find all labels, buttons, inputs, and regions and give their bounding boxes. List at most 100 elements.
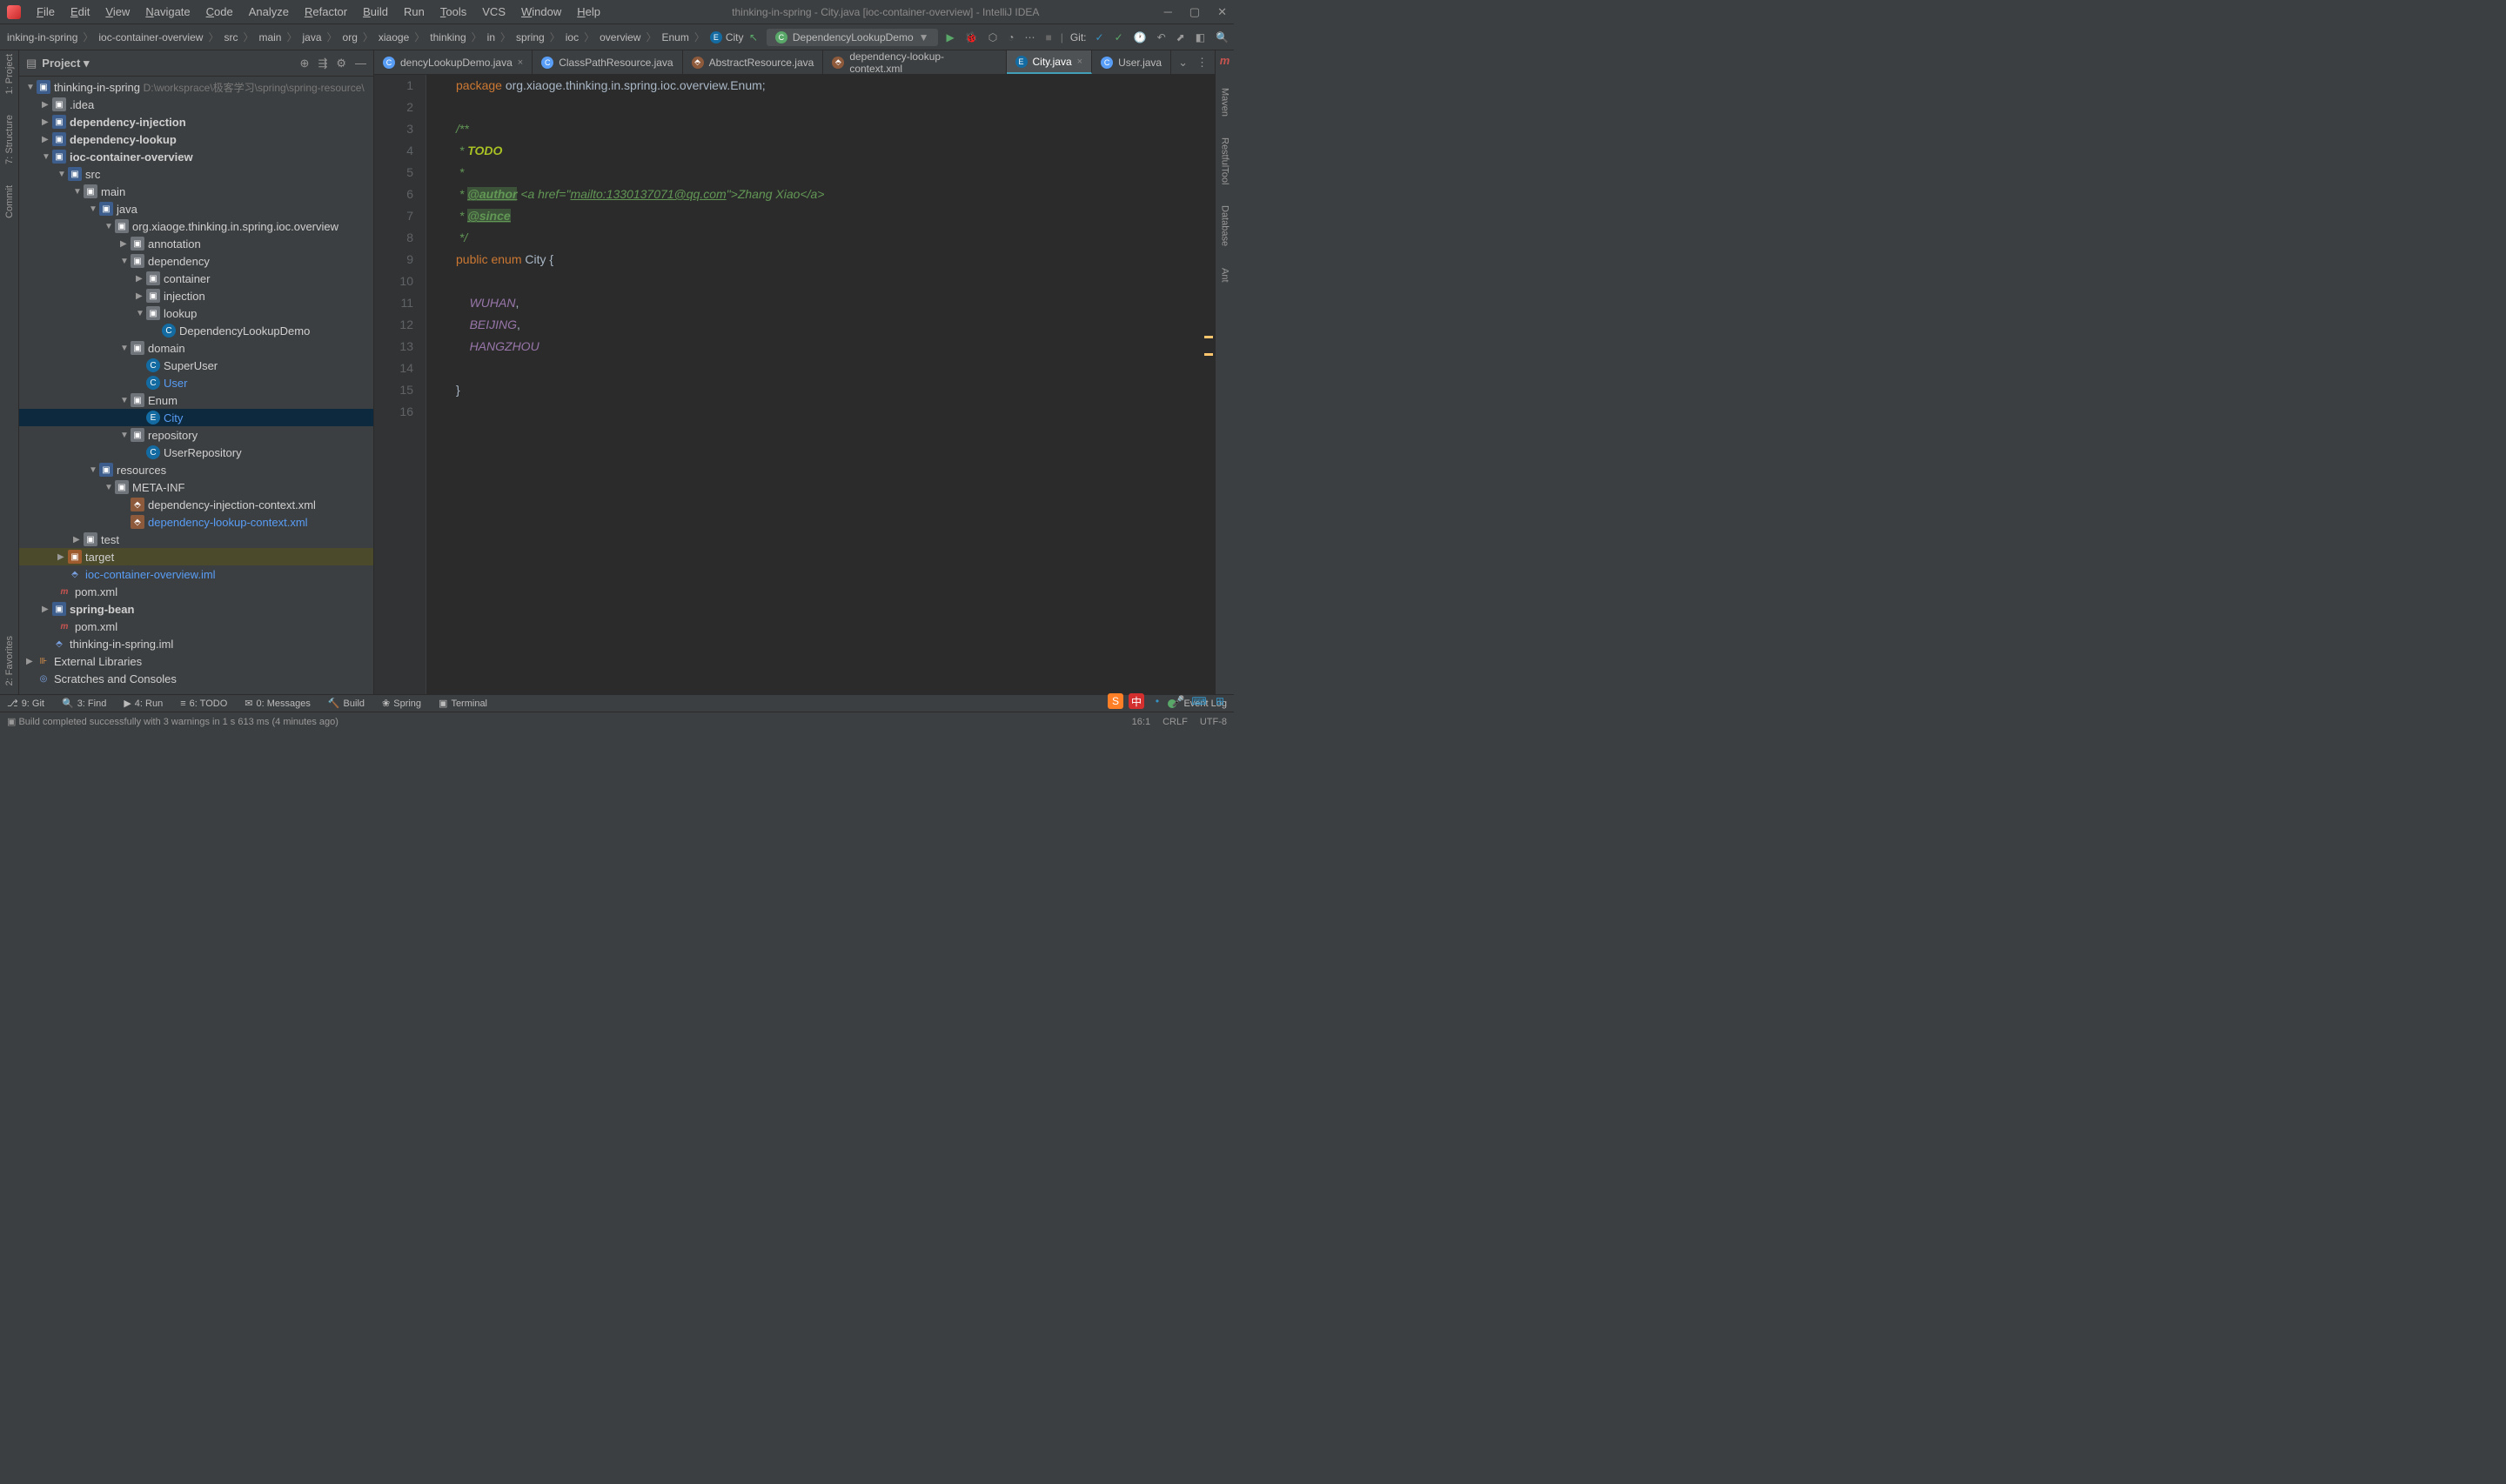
tool-structure[interactable]: 7: Structure — [4, 115, 15, 164]
tool-ant[interactable]: Ant — [1220, 268, 1230, 283]
window-title: thinking-in-spring - City.java [ioc-cont… — [607, 6, 1164, 18]
bc-item[interactable]: ioc-container-overview — [95, 30, 206, 45]
line-separator[interactable]: CRLF — [1163, 717, 1188, 727]
status-bar: ▣ Build completed successfully with 3 wa… — [0, 712, 1234, 731]
tool-todo[interactable]: ≡ 6: TODO — [180, 699, 227, 709]
menu-tools[interactable]: Tools — [433, 2, 473, 22]
tool-commit[interactable]: Commit — [4, 185, 15, 218]
bc-item[interactable]: Enum — [658, 30, 692, 45]
tool-build[interactable]: 🔨 Build — [328, 698, 365, 709]
panel-header: ▤ Project ▾ ⊕ ⇶ ⚙ — — [19, 50, 373, 77]
menu-file[interactable]: File — [30, 2, 62, 22]
code-area[interactable]: 12345678 910111213141516 package org.xia… — [374, 75, 1215, 694]
tool-messages[interactable]: ✉ 0: Messages — [245, 698, 311, 709]
project-tool-window: ▤ Project ▾ ⊕ ⇶ ⚙ — ▼▣thinking-in-spring… — [19, 50, 374, 694]
status-icon[interactable]: ▣ — [7, 716, 16, 727]
git-push-button[interactable]: ⬈ — [1175, 30, 1187, 45]
bc-item[interactable]: main — [255, 30, 285, 45]
ime-lang-icon[interactable]: 中 — [1129, 693, 1144, 709]
tool-project[interactable]: 1: Project — [4, 54, 15, 94]
bc-item[interactable]: spring — [513, 30, 548, 45]
panel-title[interactable]: Project ▾ — [42, 57, 291, 70]
attach-button[interactable]: ⋯ — [1022, 30, 1036, 45]
panel-minimize-icon[interactable]: — — [355, 57, 366, 70]
titlebar: File Edit View Navigate Code Analyze Ref… — [0, 0, 1234, 24]
tab-abstractresource[interactable]: ⬘AbstractResource.java — [683, 50, 824, 74]
maven-icon[interactable]: m — [1220, 54, 1230, 67]
tab-list-icon[interactable]: ⋮ — [1196, 56, 1208, 70]
git-history-button[interactable]: 🕐 — [1132, 30, 1149, 45]
status-message: Build completed successfully with 3 warn… — [18, 717, 338, 727]
menu-help[interactable]: Help — [570, 2, 607, 22]
bc-item[interactable]: overview — [596, 30, 644, 45]
tab-classpathresource[interactable]: CClassPathResource.java — [533, 50, 682, 74]
menu-code[interactable]: Code — [199, 2, 240, 22]
tab-city[interactable]: ECity.java× — [1007, 50, 1093, 74]
tool-spring[interactable]: ❀ Spring — [382, 698, 421, 709]
profile-button[interactable]: ◔ — [1006, 30, 1015, 45]
line-gutter: 12345678 910111213141516 — [374, 75, 426, 694]
bc-item[interactable]: xiaoge — [375, 30, 412, 45]
menu-refactor[interactable]: Refactor — [298, 2, 354, 22]
bc-item[interactable]: thinking — [426, 30, 469, 45]
tree-item-city[interactable]: ECity — [19, 409, 373, 426]
tab-dependency-lookup-xml[interactable]: ⬘dependency-lookup-context.xml — [823, 50, 1006, 74]
locate-button[interactable]: ⊕ — [300, 57, 310, 70]
tray-icon[interactable]: • — [1149, 693, 1165, 709]
bc-item[interactable]: src — [220, 30, 241, 45]
search-button[interactable]: 🔍 — [1214, 30, 1230, 45]
maximize-button[interactable]: ▢ — [1189, 5, 1200, 19]
file-encoding[interactable]: UTF-8 — [1200, 717, 1227, 727]
bc-item-current[interactable]: ECity — [707, 30, 747, 45]
select-opened-button[interactable]: ⇶ — [318, 57, 327, 70]
menu-vcs[interactable]: VCS — [475, 2, 513, 22]
menu-navigate[interactable]: Navigate — [138, 2, 197, 22]
project-tree[interactable]: ▼▣thinking-in-spring D:\worksprace\极客学习\… — [19, 77, 373, 694]
bc-item[interactable]: java — [299, 30, 325, 45]
tool-terminal[interactable]: ▣ Terminal — [439, 698, 487, 709]
tool-restful[interactable]: RestfulTool — [1220, 137, 1230, 184]
warning-mark-icon[interactable] — [1204, 353, 1213, 356]
tab-dencylookupdemo[interactable]: CdencyLookupDemo.java× — [374, 50, 533, 74]
menu-window[interactable]: Window — [514, 2, 568, 22]
menu-view[interactable]: View — [98, 2, 137, 22]
menu-build[interactable]: Build — [356, 2, 395, 22]
close-icon[interactable]: × — [1077, 57, 1082, 67]
tab-dropdown-icon[interactable]: ⌄ — [1178, 56, 1188, 70]
panel-settings-icon[interactable]: ⚙ — [336, 57, 346, 70]
coverage-button[interactable]: ⬡ — [987, 30, 999, 45]
debug-button[interactable]: 🐞 — [963, 30, 980, 45]
tool-run[interactable]: ▶ 4: Run — [124, 698, 163, 709]
tool-git[interactable]: ⎇ 9: Git — [7, 698, 44, 709]
bc-item[interactable]: in — [484, 30, 499, 45]
bc-item[interactable]: ioc — [562, 30, 582, 45]
tool-database[interactable]: Database — [1220, 205, 1230, 246]
ime-icon[interactable]: S — [1108, 693, 1123, 709]
git-commit-button[interactable]: ✓ — [1113, 30, 1125, 45]
bc-item[interactable]: inking-in-spring — [3, 30, 81, 45]
tool-maven[interactable]: Maven — [1220, 88, 1230, 117]
project-dropdown-icon[interactable]: ▤ — [26, 57, 37, 70]
run-button[interactable]: ▶ — [945, 30, 956, 45]
git-update-button[interactable]: ✓ — [1094, 30, 1106, 45]
stop-button[interactable]: ■ — [1043, 30, 1053, 45]
run-configuration-dropdown[interactable]: C DependencyLookupDemo ▼ — [767, 29, 938, 46]
tray-icon[interactable]: 🎤 — [1170, 693, 1186, 709]
minimize-button[interactable]: ─ — [1164, 5, 1172, 19]
caret-position[interactable]: 16:1 — [1132, 717, 1150, 727]
tool-find[interactable]: 🔍 3: Find — [62, 698, 106, 709]
menu-analyze[interactable]: Analyze — [242, 2, 296, 22]
tray-icon[interactable]: ⊞ — [1212, 693, 1228, 709]
tab-user[interactable]: CUser.java — [1092, 50, 1171, 74]
warning-mark-icon[interactable] — [1204, 336, 1213, 338]
menu-run[interactable]: Run — [397, 2, 432, 22]
ide-settings-button[interactable]: ◧ — [1194, 30, 1207, 45]
close-icon[interactable]: × — [518, 57, 523, 68]
menu-edit[interactable]: Edit — [64, 2, 97, 22]
git-revert-button[interactable]: ↶ — [1156, 30, 1168, 45]
back-arrow-icon[interactable]: ↖ — [747, 30, 760, 45]
tray-icon[interactable]: ⌨ — [1191, 693, 1207, 709]
tool-favorites[interactable]: 2: Favorites — [4, 636, 15, 685]
bc-item[interactable]: org — [339, 30, 361, 45]
close-button[interactable]: ✕ — [1217, 5, 1227, 19]
